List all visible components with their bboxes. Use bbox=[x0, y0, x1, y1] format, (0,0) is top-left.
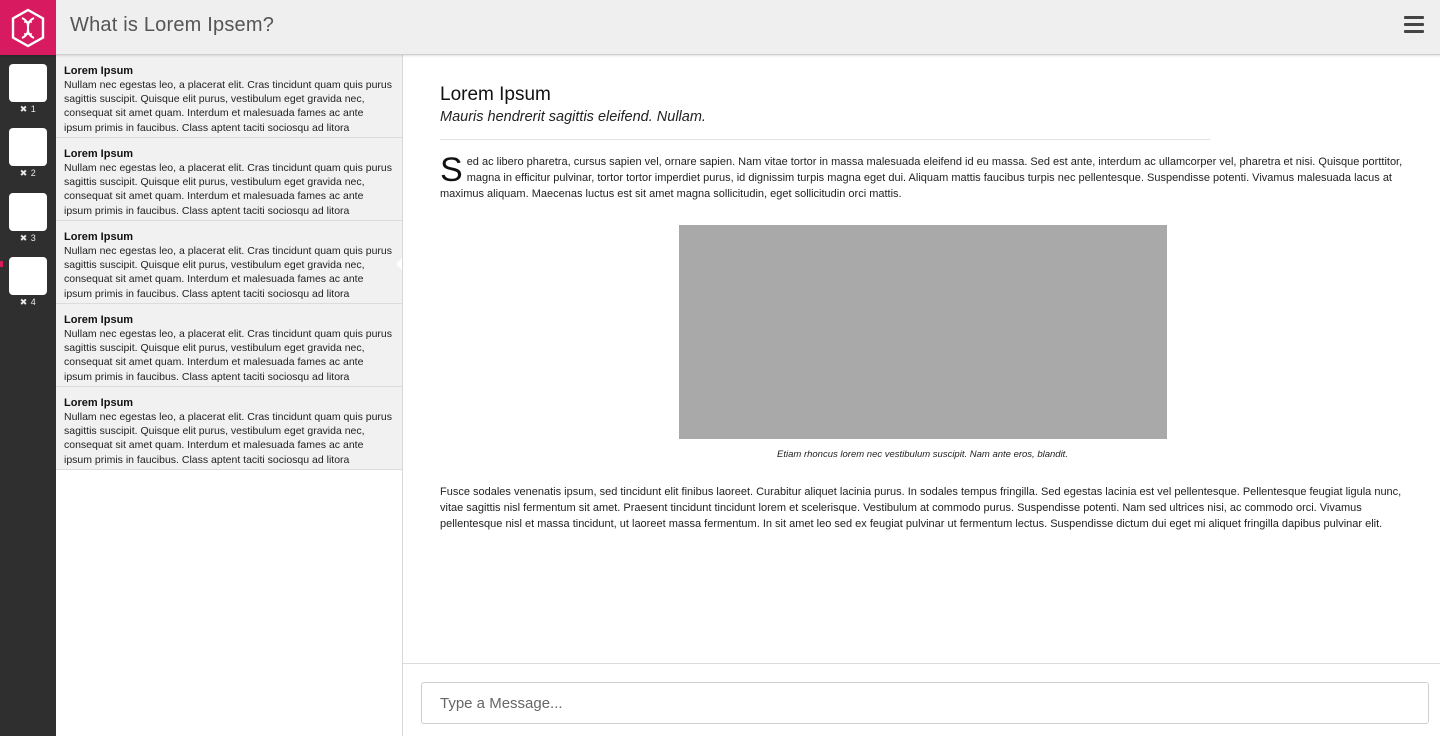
list-item[interactable]: Lorem Ipsum Nullam nec egestas leo, a pl… bbox=[56, 138, 402, 221]
article: Lorem Ipsum Mauris hendrerit sagittis el… bbox=[440, 83, 1405, 532]
rail-item-3[interactable]: ✖ 3 bbox=[9, 193, 47, 249]
message-input[interactable] bbox=[421, 682, 1429, 724]
list-item[interactable]: Lorem Ipsum Nullam nec egestas leo, a pl… bbox=[56, 387, 402, 470]
article-paragraph-2: Fusce sodales venenatis ipsum, sed tinci… bbox=[440, 486, 1402, 530]
list-item-title: Lorem Ipsum bbox=[64, 65, 134, 77]
list-item-title: Lorem Ipsum bbox=[64, 314, 134, 326]
top-header: What is Lorem Ipsem? bbox=[0, 0, 1440, 55]
image-placeholder bbox=[678, 225, 1167, 439]
article-figure: Etiam rhoncus lorem nec vestibulum susci… bbox=[440, 225, 1405, 461]
list-item-title: Lorem Ipsum bbox=[64, 397, 134, 409]
list-item[interactable]: Lorem Ipsum Nullam nec egestas leo, a pl… bbox=[56, 55, 402, 138]
list-item-preview: Nullam nec egestas leo, a placerat elit.… bbox=[64, 79, 393, 134]
rail-tile bbox=[9, 64, 47, 102]
menu-bar bbox=[1404, 30, 1424, 33]
list-item-title: Lorem Ipsum bbox=[64, 148, 134, 160]
rail-item-count: ✖ 4 bbox=[19, 297, 37, 307]
rail-item-count: ✖ 2 bbox=[19, 168, 37, 178]
article-title: Lorem Ipsum bbox=[440, 84, 551, 105]
rail-item-2[interactable]: ✖ 2 bbox=[9, 128, 47, 184]
figure-caption: Etiam rhoncus lorem nec vestibulum susci… bbox=[777, 449, 1068, 460]
list-item[interactable]: Lorem Ipsum Nullam nec egestas leo, a pl… bbox=[56, 304, 402, 387]
rail-item-4[interactable]: ✖ 4 bbox=[9, 257, 47, 313]
rail-item-count: ✖ 3 bbox=[19, 233, 37, 243]
message-list: Lorem Ipsum Nullam nec egestas leo, a pl… bbox=[56, 55, 403, 736]
article-subtitle: Mauris hendrerit sagittis eleifend. Null… bbox=[440, 109, 706, 125]
rail-item-1[interactable]: ✖ 1 bbox=[9, 64, 47, 120]
dna-hexagon-icon bbox=[11, 8, 45, 47]
list-item-title: Lorem Ipsum bbox=[64, 231, 134, 243]
message-composer bbox=[403, 663, 1440, 736]
paragraph-text: ed ac libero pharetra, cursus sapien vel… bbox=[440, 156, 1403, 200]
menu-bar bbox=[1404, 16, 1424, 19]
list-item-preview: Nullam nec egestas leo, a placerat elit.… bbox=[64, 411, 393, 466]
rail-tile bbox=[9, 193, 47, 231]
drop-cap: S bbox=[440, 151, 463, 189]
left-rail: ✖ 1 ✖ 2 ✖ 3 ✖ 4 bbox=[0, 55, 56, 736]
page-title: What is Lorem Ipsem? bbox=[70, 14, 275, 36]
app-logo[interactable] bbox=[0, 0, 56, 55]
rail-tile bbox=[9, 128, 47, 166]
rail-tile bbox=[9, 257, 47, 295]
active-rail-marker bbox=[0, 261, 3, 267]
menu-bar bbox=[1404, 23, 1424, 26]
list-item-preview: Nullam nec egestas leo, a placerat elit.… bbox=[64, 245, 393, 300]
rail-item-count: ✖ 1 bbox=[19, 104, 37, 114]
article-paragraph-1: Sed ac libero pharetra, cursus sapien ve… bbox=[440, 151, 1405, 202]
hamburger-menu-icon[interactable] bbox=[1404, 16, 1424, 36]
list-item-preview: Nullam nec egestas leo, a placerat elit.… bbox=[64, 328, 393, 383]
list-item-active[interactable]: Lorem Ipsum Nullam nec egestas leo, a pl… bbox=[56, 221, 402, 304]
list-item-preview: Nullam nec egestas leo, a placerat elit.… bbox=[64, 162, 393, 217]
article-pane[interactable]: Lorem Ipsum Mauris hendrerit sagittis el… bbox=[403, 55, 1440, 663]
divider bbox=[440, 139, 1210, 140]
